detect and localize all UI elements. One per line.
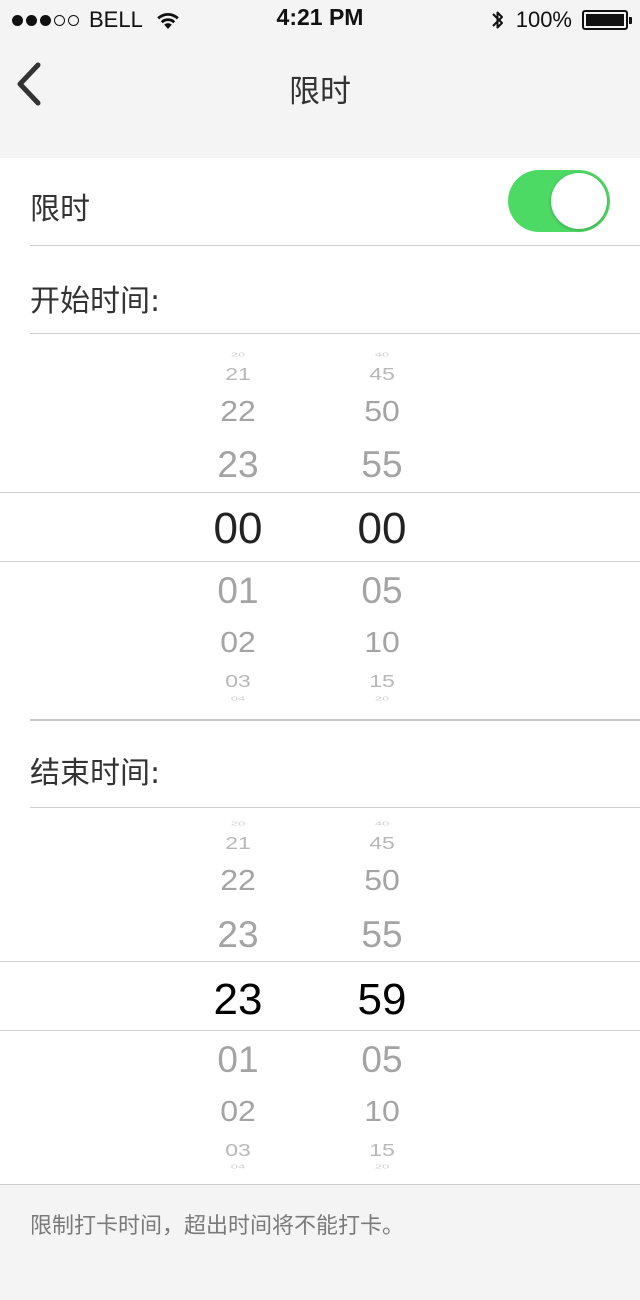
picker-option[interactable]: 05 — [322, 1041, 442, 1078]
status-bar-right: 100% — [490, 6, 632, 34]
page-title: 限时 — [289, 74, 351, 110]
picker-option[interactable]: 20 — [322, 696, 442, 702]
end-time-picker[interactable]: 20 21 22 23 23 01 02 03 04 40 45 50 55 5… — [0, 808, 640, 1184]
picker-option[interactable]: 15 — [322, 673, 442, 690]
divider — [30, 719, 640, 721]
picker-selected-hour[interactable]: 00 — [178, 507, 298, 551]
picker-option[interactable]: 55 — [322, 916, 442, 953]
picker-selected-minute[interactable]: 59 — [322, 978, 442, 1022]
footer-note: 限制打卡时间，超出时间将不能打卡。 — [30, 1214, 405, 1239]
picker-option[interactable]: 20 — [178, 352, 298, 358]
picker-option[interactable]: 55 — [322, 446, 442, 483]
picker-option[interactable]: 21 — [178, 835, 298, 852]
picker-option[interactable]: 22 — [178, 866, 298, 895]
start-time-label: 开始时间: — [30, 284, 161, 319]
picker-option[interactable]: 50 — [322, 397, 442, 426]
picker-option[interactable]: 20 — [178, 821, 298, 827]
picker-option[interactable]: 45 — [322, 366, 442, 383]
picker-option[interactable]: 03 — [178, 673, 298, 690]
bluetooth-icon — [492, 11, 503, 29]
picker-option[interactable]: 03 — [178, 1142, 298, 1159]
status-bar: BELL 4:21 PM 100% — [0, 0, 640, 40]
picker-option[interactable]: 45 — [322, 835, 442, 852]
picker-selection-line-bottom — [0, 561, 640, 562]
settings-panel: 限时 开始时间: 20 21 22 23 00 01 02 03 04 40 4… — [0, 158, 640, 1184]
picker-option[interactable]: 21 — [178, 366, 298, 383]
picker-selection-line-top — [0, 961, 640, 962]
picker-selection-line-bottom — [0, 1030, 640, 1031]
divider — [0, 1184, 640, 1185]
picker-option[interactable]: 02 — [178, 1097, 298, 1126]
picker-option[interactable]: 10 — [322, 1097, 442, 1126]
toggle-knob — [551, 173, 607, 229]
end-time-label: 结束时间: — [30, 756, 161, 791]
picker-option[interactable]: 02 — [178, 628, 298, 657]
picker-option[interactable]: 05 — [322, 572, 442, 609]
picker-option[interactable]: 04 — [178, 1164, 298, 1170]
picker-option[interactable]: 01 — [178, 572, 298, 609]
time-limit-label: 限时 — [30, 192, 90, 227]
picker-option[interactable]: 01 — [178, 1041, 298, 1078]
picker-option[interactable]: 22 — [178, 397, 298, 426]
navigation-bar: 限时 — [0, 40, 640, 158]
picker-option[interactable]: 40 — [322, 821, 442, 827]
picker-option[interactable]: 10 — [322, 628, 442, 657]
picker-option[interactable]: 23 — [178, 916, 298, 953]
picker-selected-hour[interactable]: 23 — [178, 978, 298, 1022]
picker-option[interactable]: 40 — [322, 352, 442, 358]
picker-selected-minute[interactable]: 00 — [322, 507, 442, 551]
picker-option[interactable]: 50 — [322, 866, 442, 895]
battery-percentage: 100% — [515, 7, 572, 32]
time-limit-toggle[interactable] — [508, 170, 610, 232]
picker-selection-line-top — [0, 492, 640, 493]
picker-option[interactable]: 20 — [322, 1164, 442, 1170]
picker-option[interactable]: 23 — [178, 446, 298, 483]
picker-option[interactable]: 04 — [178, 696, 298, 702]
divider — [30, 245, 640, 246]
battery-icon — [582, 10, 632, 30]
picker-option[interactable]: 15 — [322, 1142, 442, 1159]
start-time-picker[interactable]: 20 21 22 23 00 01 02 03 04 40 45 50 55 0… — [0, 334, 640, 720]
